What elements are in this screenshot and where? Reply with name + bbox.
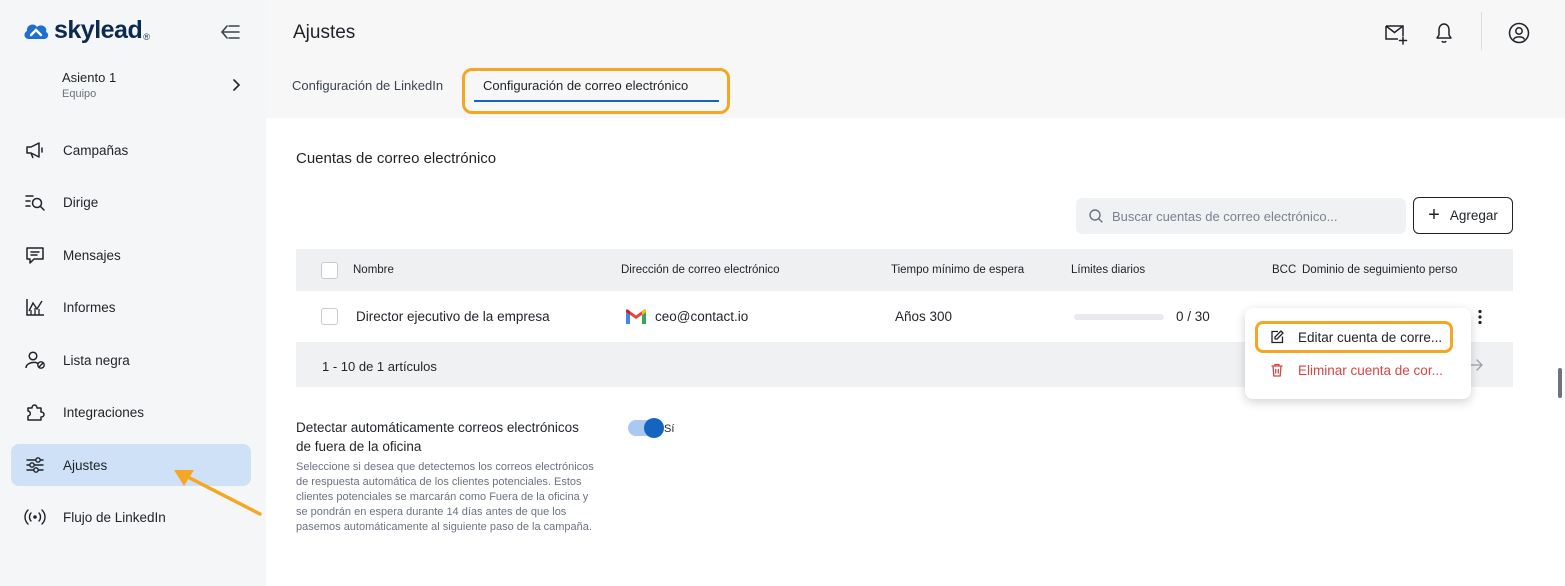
column-name[interactable]: Nombre bbox=[353, 264, 394, 276]
sidebar: skylead ® Asiento 1 Equipo Campañas Diri… bbox=[0, 0, 266, 586]
seat-selector[interactable]: Asiento 1 Equipo bbox=[62, 70, 248, 100]
sidebar-item-settings[interactable]: Ajustes bbox=[11, 444, 251, 486]
row-name: Director ejecutivo de la empresa bbox=[356, 309, 550, 324]
row-actions-icon[interactable] bbox=[1477, 309, 1483, 325]
plus-icon: + bbox=[1428, 203, 1440, 226]
add-button-label: Agregar bbox=[1449, 208, 1498, 223]
search-input[interactable] bbox=[1112, 208, 1402, 224]
sidebar-item-campaigns[interactable]: Campañas bbox=[11, 129, 251, 171]
tab-email-settings[interactable]: Configuración de correo electrónico bbox=[483, 78, 688, 93]
sidebar-item-messages[interactable]: Mensajes bbox=[11, 234, 251, 276]
gmail-icon bbox=[626, 309, 646, 324]
column-email[interactable]: Dirección de correo electrónico bbox=[621, 264, 780, 276]
sidebar-item-label: Ajustes bbox=[63, 457, 108, 473]
logo-registered-mark: ® bbox=[143, 31, 150, 42]
row-wait: Años 300 bbox=[895, 309, 953, 324]
row-checkbox[interactable] bbox=[321, 308, 338, 325]
chart-icon bbox=[23, 295, 47, 319]
auto-detect-toggle[interactable] bbox=[628, 418, 664, 438]
main-content: Ajustes Configuración de LinkedIn Config… bbox=[266, 0, 1565, 586]
sidebar-item-label: Informes bbox=[63, 299, 116, 315]
page-scrollbar[interactable] bbox=[1558, 368, 1562, 398]
row-email: ceo@contact.io bbox=[655, 309, 749, 324]
select-all-checkbox[interactable] bbox=[321, 262, 338, 279]
megaphone-icon bbox=[23, 138, 47, 162]
puzzle-icon bbox=[23, 400, 47, 424]
leads-search-icon bbox=[23, 190, 47, 214]
sidebar-item-label: Integraciones bbox=[63, 404, 145, 420]
search-icon bbox=[1089, 209, 1103, 223]
collapse-sidebar-icon[interactable] bbox=[219, 22, 241, 42]
page-title: Ajustes bbox=[293, 22, 356, 43]
column-limits[interactable]: Límites diarios bbox=[1071, 264, 1145, 276]
mail-plus-icon[interactable] bbox=[1383, 20, 1409, 46]
menu-highlight-annotation bbox=[1255, 321, 1453, 353]
chevron-right-icon bbox=[233, 79, 241, 91]
section-title: Cuentas de correo electrónico bbox=[296, 150, 497, 167]
logo-text: skylead bbox=[54, 16, 143, 44]
sidebar-item-blacklist[interactable]: Lista negra bbox=[11, 339, 251, 381]
auto-detect-description: Seleccione si desea que detectemos los c… bbox=[296, 461, 594, 533]
sidebar-item-leads[interactable]: Dirige bbox=[11, 181, 251, 223]
search-box[interactable] bbox=[1076, 198, 1406, 234]
bell-icon[interactable] bbox=[1431, 20, 1457, 46]
skylead-logo[interactable]: skylead ® bbox=[22, 16, 150, 45]
auto-detect-title: Detectar automáticamente correos electró… bbox=[296, 420, 579, 454]
row-limit-text: 0 / 30 bbox=[1176, 309, 1210, 324]
sidebar-item-integrations[interactable]: Integraciones bbox=[11, 391, 251, 433]
sidebar-item-label: Lista negra bbox=[63, 352, 130, 368]
toggle-label: Sí bbox=[664, 423, 675, 435]
trash-icon bbox=[1271, 363, 1283, 377]
add-account-button[interactable]: + Agregar bbox=[1413, 197, 1513, 234]
delete-account-label: Eliminar cuenta de cor... bbox=[1298, 362, 1443, 378]
cloud-logo-icon bbox=[24, 23, 49, 39]
sliders-icon bbox=[23, 453, 47, 477]
sidebar-item-linkedin-feed[interactable]: Flujo de LinkedIn bbox=[11, 496, 251, 538]
column-bcc[interactable]: BCC bbox=[1272, 264, 1296, 276]
delete-account-menu-item[interactable]: Eliminar cuenta de cor... bbox=[1269, 362, 1443, 378]
toggle-knob bbox=[644, 418, 664, 438]
seat-name: Asiento 1 bbox=[62, 70, 117, 85]
message-icon bbox=[23, 243, 47, 267]
column-tracking-domain[interactable]: Dominio de seguimiento perso bbox=[1302, 264, 1462, 276]
seat-team: Equipo bbox=[62, 88, 97, 100]
sidebar-item-label: Mensajes bbox=[63, 247, 121, 263]
user-circle-icon[interactable] bbox=[1506, 20, 1532, 46]
active-tab-indicator bbox=[474, 100, 719, 102]
pagination-text: 1 - 10 de 1 artículos bbox=[322, 359, 437, 374]
table-header: Nombre Dirección de correo electrónico T… bbox=[296, 249, 1513, 291]
header-divider bbox=[1481, 12, 1482, 50]
tab-linkedin-settings[interactable]: Configuración de LinkedIn bbox=[292, 78, 443, 93]
user-blocked-icon bbox=[23, 348, 47, 372]
broadcast-icon bbox=[23, 505, 47, 529]
sidebar-item-label: Dirige bbox=[63, 194, 99, 210]
sidebar-item-label: Flujo de LinkedIn bbox=[63, 509, 166, 525]
column-wait[interactable]: Tiempo mínimo de espera bbox=[891, 264, 1024, 276]
sidebar-item-reports[interactable]: Informes bbox=[11, 286, 251, 328]
sidebar-item-label: Campañas bbox=[63, 142, 129, 158]
daily-limit-progress bbox=[1074, 314, 1164, 320]
